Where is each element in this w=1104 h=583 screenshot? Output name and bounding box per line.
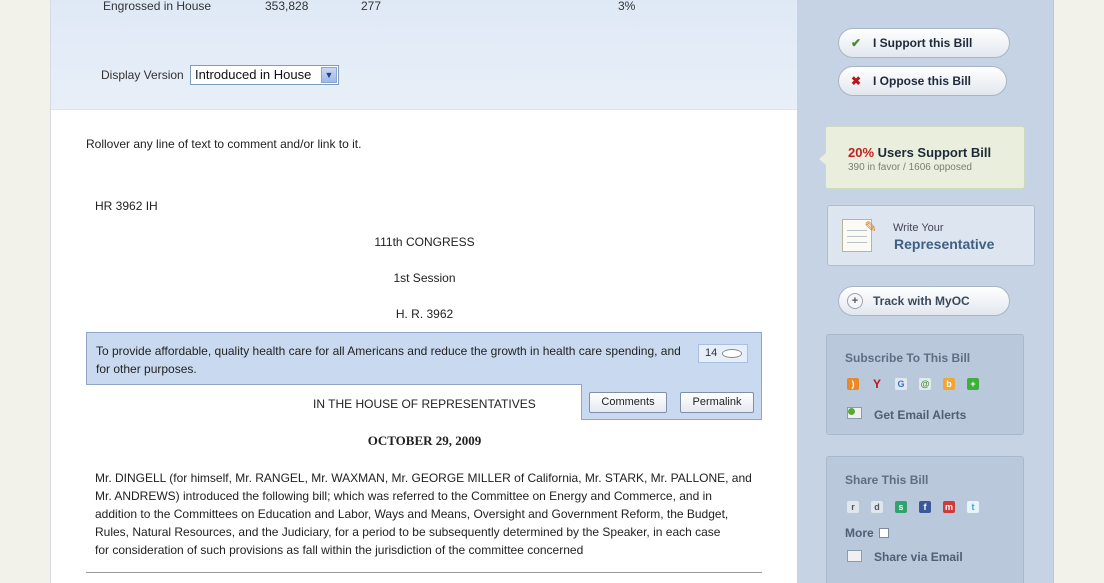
versions-band: Engrossed in House 353,828 277 3% Displa… — [51, 0, 797, 110]
x-icon: ✖ — [851, 74, 862, 88]
bill-introduction[interactable]: Mr. DINGELL (for himself, Mr. RANGEL, Mr… — [95, 469, 765, 559]
bill-intro-line: addition to the Committees on Education … — [95, 507, 729, 521]
track-myoc-button[interactable]: + Track with MyOC — [838, 286, 1010, 316]
write-rep-line1: Write Your — [893, 222, 944, 234]
more-link[interactable]: More — [845, 526, 890, 540]
bill-session[interactable]: 1st Session — [51, 271, 797, 285]
newsgator-icon[interactable]: @ — [919, 378, 931, 390]
plus-icon: + — [847, 293, 863, 309]
bloglines-icon[interactable]: b — [943, 378, 955, 390]
rss-icon[interactable]: ) — [847, 378, 859, 390]
version-name: Engrossed in House — [103, 0, 212, 13]
subscribe-title: Subscribe To This Bill — [845, 351, 971, 365]
support-bill-button[interactable]: ✔ I Support this Bill — [838, 28, 1010, 58]
pencil-icon: ✎ — [864, 219, 877, 236]
rollover-instructions: Rollover any line of text to comment and… — [86, 137, 362, 151]
add-feed-icon[interactable]: + — [967, 378, 979, 390]
share-via-email-link[interactable]: Share via Email — [874, 550, 963, 564]
bill-id-line[interactable]: HR 3962 IH — [95, 199, 158, 213]
expand-icon — [879, 528, 890, 538]
notepad-icon: ✎ — [842, 219, 877, 252]
stumbleupon-icon[interactable]: s — [895, 501, 907, 513]
support-stats-label: Users Support Bill — [877, 145, 992, 160]
share-box: Share This Bill r d s f m t More Share v… — [826, 456, 1024, 583]
bill-congress[interactable]: 111th CONGRESS — [51, 235, 797, 249]
share-title: Share This Bill — [845, 473, 929, 487]
permalink-button[interactable]: Permalink — [680, 392, 754, 413]
highlighted-bill-line[interactable]: To provide affordable, quality health ca… — [86, 332, 762, 385]
more-label: More — [845, 526, 874, 540]
version-select[interactable]: Introduced in House ▼ — [190, 65, 339, 85]
write-rep-line2: Representative — [894, 236, 995, 252]
twitter-icon[interactable]: t — [967, 501, 979, 513]
email-alerts-link[interactable]: Get Email Alerts — [874, 408, 966, 422]
reddit-icon[interactable]: r — [847, 501, 859, 513]
comment-count-badge[interactable]: 14 — [698, 344, 748, 363]
oppose-bill-label: I Oppose this Bill — [873, 74, 972, 88]
sidebar: ✔ I Support this Bill ✖ I Oppose this Bill… — [797, 0, 1054, 583]
bill-purpose: To provide affordable, quality health ca… — [96, 344, 681, 376]
bill-intro-line: Mr. DINGELL (for himself, Mr. RANGEL, Mr… — [95, 471, 752, 485]
dropdown-arrow-icon[interactable]: ▼ — [321, 67, 337, 83]
bill-intro-line: for consideration of such provisions as … — [95, 543, 584, 557]
oppose-bill-button[interactable]: ✖ I Oppose this Bill — [838, 66, 1007, 96]
support-percentage: 20% — [848, 145, 875, 160]
check-icon: ✔ — [851, 36, 862, 50]
google-icon[interactable]: G — [895, 378, 907, 390]
myspace-icon[interactable]: m — [943, 501, 955, 513]
support-stats-detail: 390 in favor / 1606 opposed — [848, 162, 972, 173]
track-myoc-label: Track with MyOC — [873, 294, 970, 308]
bill-intro-line: Mr. ANDREWS) introduced the following bi… — [95, 489, 712, 503]
delicious-icon[interactable]: d — [871, 501, 883, 513]
version-words: 353,828 — [265, 0, 309, 13]
bill-intro-line: Rules, Natural Resources, and the Judici… — [95, 525, 721, 539]
yahoo-icon[interactable]: Y — [871, 378, 883, 390]
callout-arrow — [819, 153, 826, 165]
email-icon — [847, 407, 862, 419]
write-representative-button[interactable]: ✎ Write Your Representative — [827, 205, 1035, 266]
bill-chamber[interactable]: IN THE HOUSE OF REPRESENTATIVES — [313, 397, 536, 411]
display-version-label: Display Version — [101, 68, 184, 82]
version-percent: 3% — [618, 0, 636, 13]
version-select-value: Introduced in House — [195, 67, 312, 82]
line-actions: Comments Permalink — [581, 384, 762, 420]
comments-button[interactable]: Comments — [589, 392, 667, 413]
bill-date[interactable]: OCTOBER 29, 2009 — [51, 433, 797, 449]
support-bill-label: I Support this Bill — [873, 36, 973, 50]
subscribe-box: Subscribe To This Bill ) Y G @ b + Get E… — [826, 334, 1024, 435]
bill-number[interactable]: H. R. 3962 — [51, 307, 797, 321]
support-stats: 20% Users Support Bill 390 in favor / 16… — [819, 126, 1025, 189]
email-share-icon — [847, 550, 862, 562]
speech-bubble-icon — [722, 349, 742, 358]
version-changes: 277 — [361, 0, 382, 13]
bill-text-panel: Engrossed in House 353,828 277 3% Displa… — [50, 0, 797, 583]
comment-count-value: 14 — [705, 347, 718, 359]
divider — [86, 572, 762, 573]
support-stats-headline: 20% Users Support Bill — [848, 145, 991, 160]
facebook-icon[interactable]: f — [919, 501, 931, 513]
